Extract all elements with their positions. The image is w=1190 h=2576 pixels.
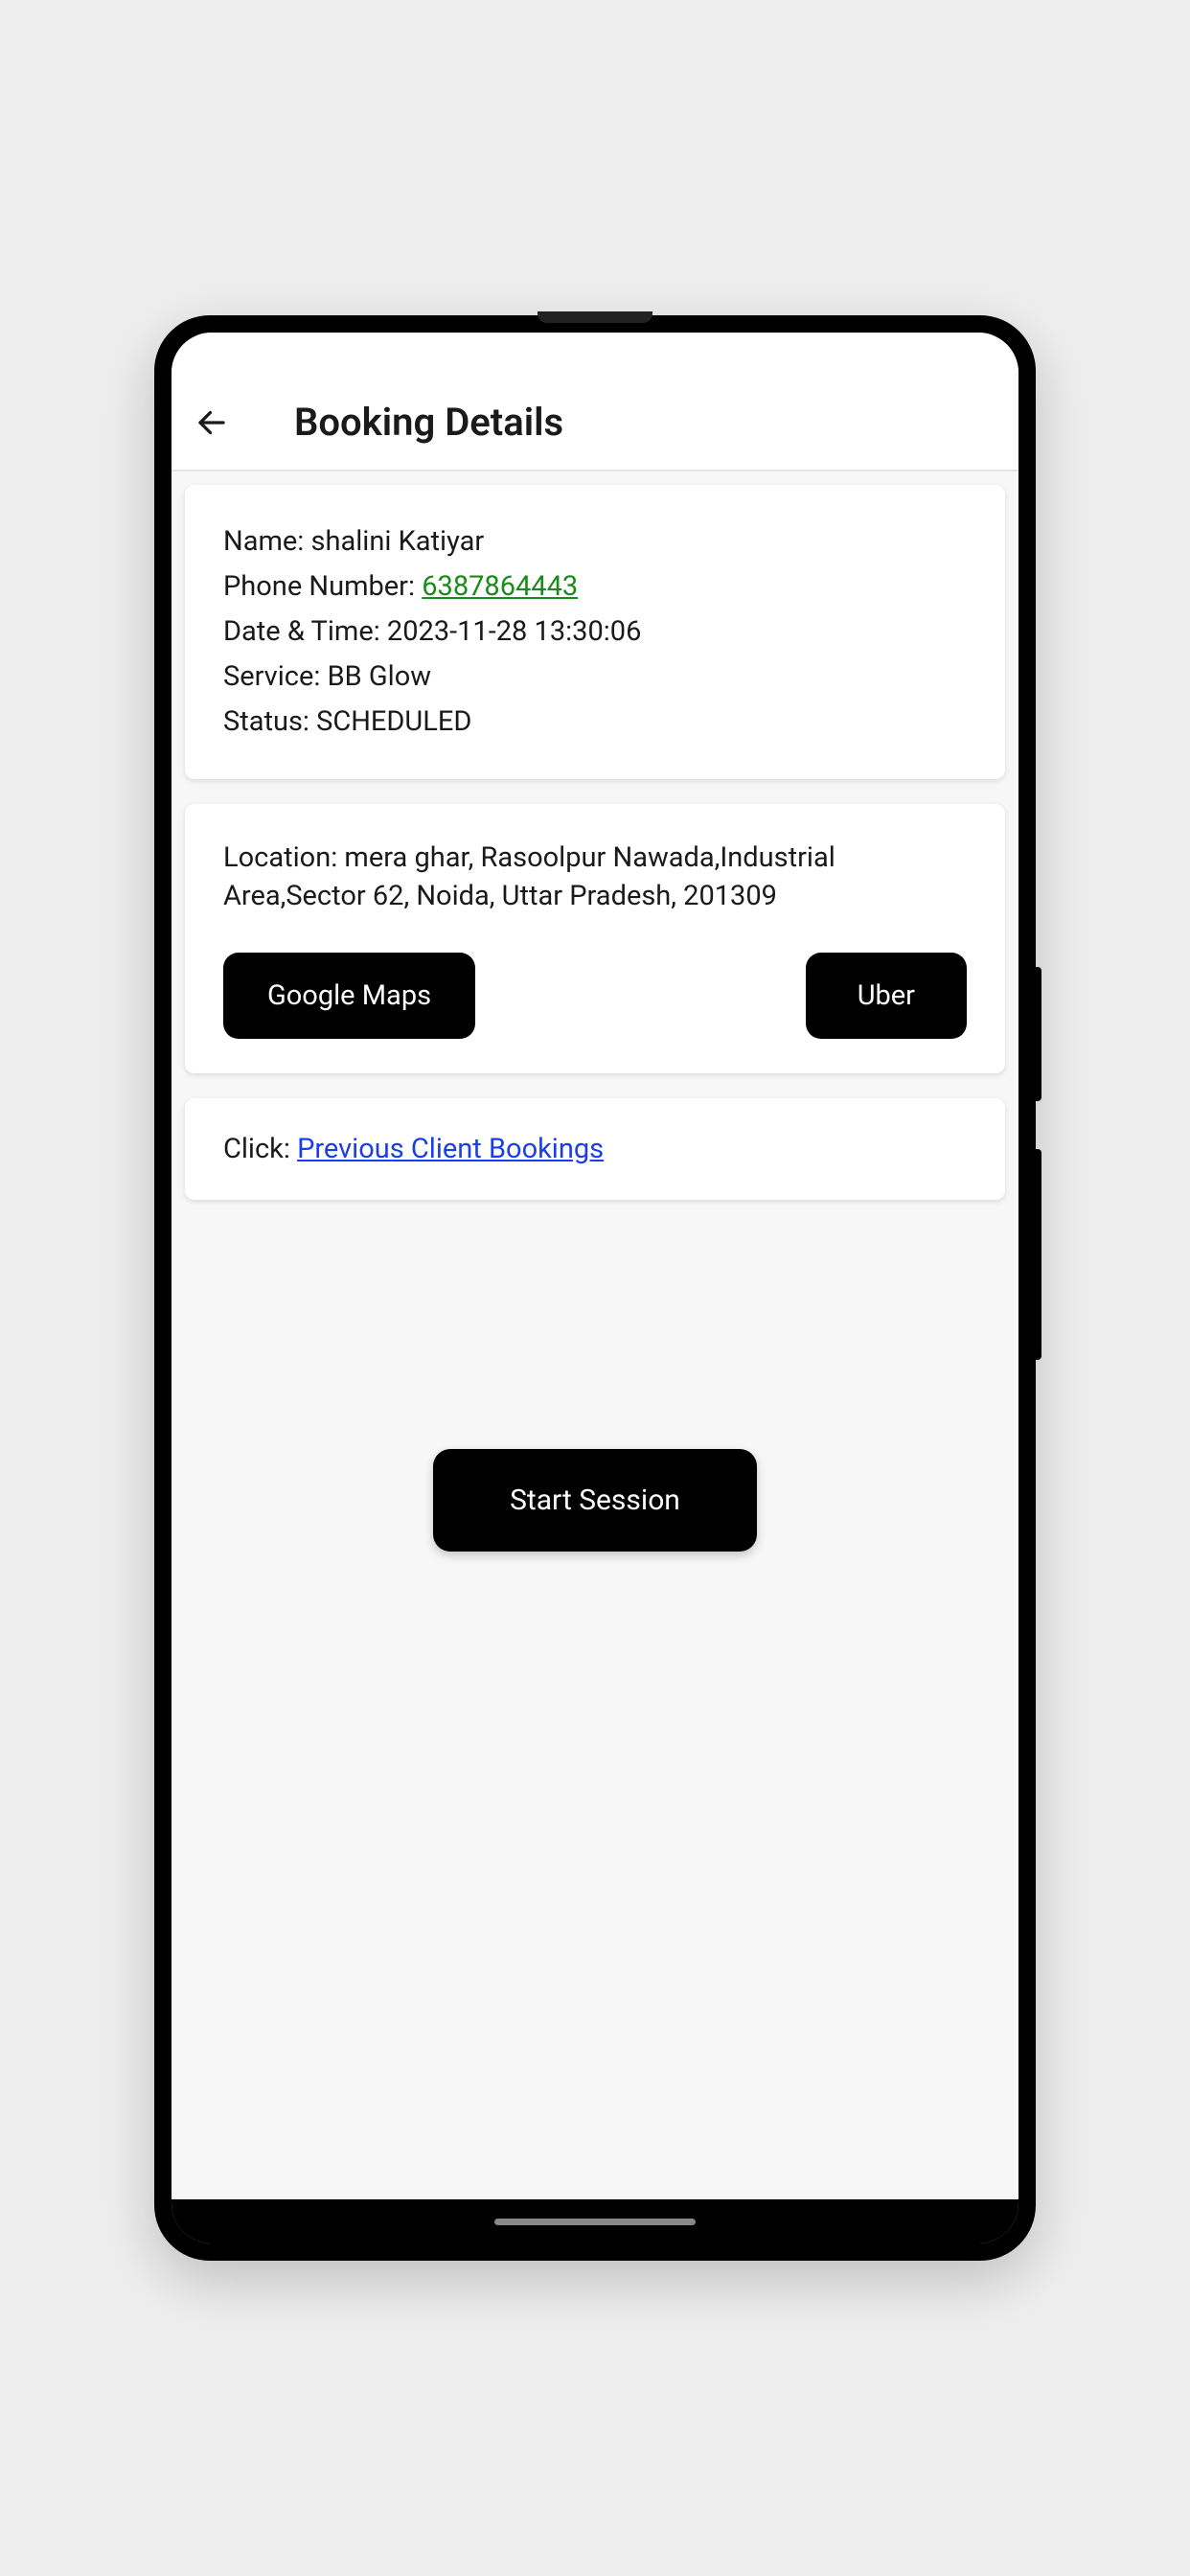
name-value: shalini Katiyar xyxy=(311,525,485,558)
datetime-value: 2023-11-28 13:30:06 xyxy=(387,615,641,648)
location-row: Location: mera ghar, Rasoolpur Nawada,In… xyxy=(223,839,967,916)
location-card: Location: mera ghar, Rasoolpur Nawada,In… xyxy=(185,804,1005,1073)
page-title: Booking Details xyxy=(294,400,563,445)
screen: Booking Details Name: shalini Katiyar Ph… xyxy=(172,333,1018,2243)
phone-link[interactable]: 6387864443 xyxy=(422,570,578,603)
previous-bookings-card: Click: Previous Client Bookings xyxy=(185,1098,1005,1200)
click-label: Click: xyxy=(223,1133,297,1165)
navigation-bar xyxy=(172,2199,1018,2243)
name-row: Name: shalini Katiyar xyxy=(223,519,967,564)
name-label: Name: xyxy=(223,525,311,558)
datetime-label: Date & Time: xyxy=(223,615,387,648)
phone-side-button xyxy=(1036,1149,1041,1360)
phone-frame: Booking Details Name: shalini Katiyar Ph… xyxy=(154,315,1036,2261)
map-button-row: Google Maps Uber xyxy=(223,953,967,1039)
status-value: SCHEDULED xyxy=(316,705,471,738)
phone-side-button xyxy=(1036,967,1041,1101)
previous-bookings-link[interactable]: Previous Client Bookings xyxy=(297,1133,604,1165)
previous-bookings-row: Click: Previous Client Bookings xyxy=(223,1133,967,1165)
app-header: Booking Details xyxy=(172,371,1018,472)
location-label: Location: xyxy=(223,841,344,874)
back-button[interactable] xyxy=(195,405,229,440)
status-label: Status: xyxy=(223,705,316,738)
start-session-wrap: Start Session xyxy=(185,1449,1005,1552)
phone-label: Phone Number: xyxy=(223,570,422,603)
start-session-button[interactable]: Start Session xyxy=(433,1449,757,1552)
phone-row: Phone Number: 6387864443 xyxy=(223,564,967,610)
details-card: Name: shalini Katiyar Phone Number: 6387… xyxy=(185,485,1005,779)
uber-button[interactable]: Uber xyxy=(806,953,967,1039)
service-value: BB Glow xyxy=(328,660,431,693)
arrow-left-icon xyxy=(195,405,229,440)
service-row: Service: BB Glow xyxy=(223,655,967,700)
status-row: Status: SCHEDULED xyxy=(223,700,967,745)
phone-notch xyxy=(538,311,652,323)
nav-handle[interactable] xyxy=(494,2219,696,2225)
content-area: Name: shalini Katiyar Phone Number: 6387… xyxy=(172,472,1018,2199)
status-bar xyxy=(172,333,1018,371)
datetime-row: Date & Time: 2023-11-28 13:30:06 xyxy=(223,610,967,655)
service-label: Service: xyxy=(223,660,328,693)
google-maps-button[interactable]: Google Maps xyxy=(223,953,475,1039)
